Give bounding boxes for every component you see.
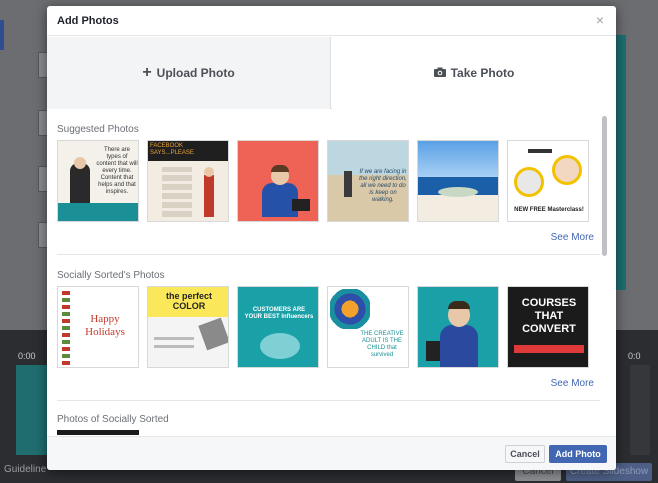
socially-see-more-link[interactable]: See More (551, 378, 594, 389)
socially-photo-3-text: CUSTOMERS ARE YOUR BEST Influencers (244, 307, 314, 320)
dialog-footer: Cancel Add Photo (47, 436, 616, 470)
socially-photo-1-text: Happy Holidays (85, 313, 125, 338)
socially-photo-6-text: COURSES THAT CONVERT (521, 297, 577, 335)
timeline-start-time: 0:00 (18, 351, 36, 361)
timeline-end-time: 0:0 (628, 351, 641, 361)
add-photos-dialog: Add Photos × + Upload Photo Take Photo S… (47, 6, 616, 470)
timeline-clip (16, 365, 48, 455)
timeline-clip (630, 365, 650, 455)
photo-list[interactable]: Suggested Photos There are types of cont… (47, 110, 616, 435)
close-icon[interactable]: × (593, 13, 607, 27)
suggested-photos-title: Suggested Photos (57, 124, 139, 135)
dialog-title: Add Photos (57, 15, 119, 27)
plus-icon: + (142, 64, 152, 81)
suggested-photo-6[interactable]: NEW FREE Masterclass! (507, 140, 589, 222)
section-divider (57, 400, 600, 401)
socially-photo-6[interactable]: COURSES THAT CONVERT (507, 286, 589, 368)
socially-photo-4[interactable]: THE CREATIVE ADULT IS THE CHILD that sur… (327, 286, 409, 368)
background-accent (0, 20, 4, 50)
cancel-button[interactable]: Cancel (505, 445, 545, 463)
photos-of-socially-sorted-title: Photos of Socially Sorted (57, 414, 169, 425)
camera-icon (433, 64, 446, 82)
upload-photo-label: Upload Photo (156, 66, 235, 80)
photos-of-thumb[interactable] (57, 430, 139, 435)
photo-source-bar: + Upload Photo Take Photo (47, 37, 616, 109)
suggested-photo-3[interactable] (237, 140, 319, 222)
take-photo-label: Take Photo (450, 66, 515, 80)
suggested-photo-4-text: If we are facing in the right direction,… (359, 169, 407, 203)
take-photo-button[interactable]: Take Photo (332, 37, 616, 109)
socially-photo-5[interactable] (417, 286, 499, 368)
socially-photo-1[interactable]: Happy Holidays (57, 286, 139, 368)
socially-sorted-photos-title: Socially Sorted's Photos (57, 270, 165, 281)
socially-photo-2-text: the perfect COLOR (165, 291, 212, 311)
suggested-see-more-link[interactable]: See More (551, 232, 594, 243)
suggested-photo-4[interactable]: If we are facing in the right direction,… (327, 140, 409, 222)
suggested-photo-2-text: FACEBOOK SAYS...PLEASE (150, 143, 194, 156)
suggested-photo-2[interactable]: FACEBOOK SAYS...PLEASE (147, 140, 229, 222)
socially-photo-4-text: THE CREATIVE ADULT IS THE CHILD that sur… (360, 331, 404, 358)
upload-photo-button[interactable]: + Upload Photo (47, 37, 331, 109)
suggested-photo-1-text: There are types of content that will eve… (96, 147, 138, 195)
add-photo-button[interactable]: Add Photo (549, 445, 607, 463)
background-guide-text: Guideline (4, 464, 47, 475)
scrollbar[interactable] (602, 116, 607, 256)
dialog-header: Add Photos × (47, 6, 616, 36)
suggested-photo-6-text: NEW FREE Masterclass! (514, 207, 584, 213)
suggested-photo-1[interactable]: There are types of content that will eve… (57, 140, 139, 222)
section-divider (57, 254, 600, 255)
socially-photo-3[interactable]: CUSTOMERS ARE YOUR BEST Influencers (237, 286, 319, 368)
suggested-photo-5[interactable] (417, 140, 499, 222)
socially-photo-2[interactable]: the perfect COLOR (147, 286, 229, 368)
